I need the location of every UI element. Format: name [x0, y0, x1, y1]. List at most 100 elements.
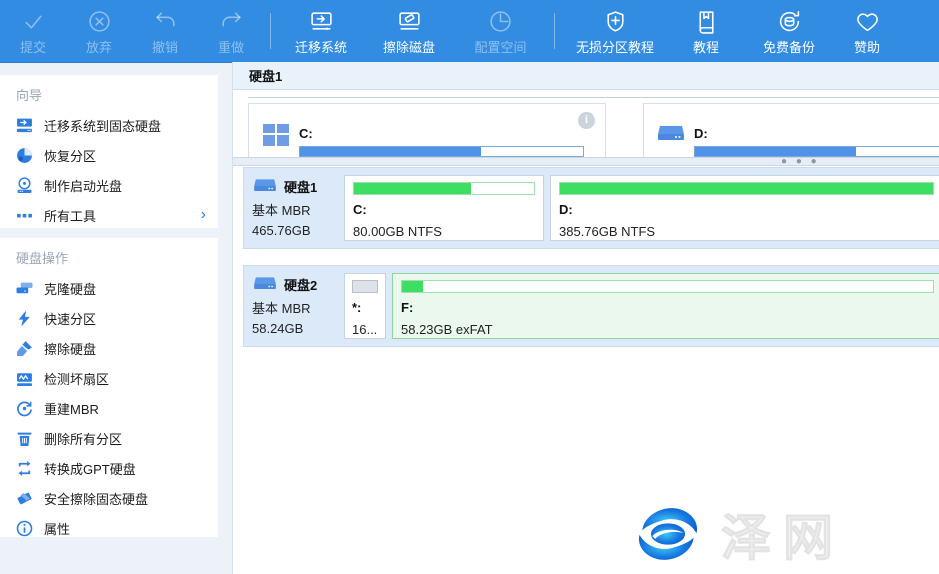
disk-drive-icon [252, 274, 278, 294]
toolbar-erase-disk-button[interactable]: 擦除磁盘 [365, 0, 453, 62]
toolbar-label: 放弃 [86, 37, 112, 56]
wipe-brush-icon [16, 340, 33, 357]
toolbar-free-backup-button[interactable]: 免费备份 [743, 0, 835, 62]
sidebar-item-label: 转换成GPT硬盘 [44, 459, 136, 478]
watermark: 泽网 [629, 498, 845, 570]
watermark-logo-icon [629, 502, 707, 566]
redo-icon [219, 9, 244, 34]
volume-overview-strip: C: i D: [248, 103, 939, 157]
circle-x-icon [87, 9, 112, 34]
disk-info[interactable]: 硬盘2 基本 MBR 58.24GB [252, 273, 344, 339]
sidebar-item-label: 恢复分区 [44, 146, 96, 165]
toolbar-label: 赞助 [854, 37, 880, 56]
sidebar-item-label: 迁移系统到固态硬盘 [44, 116, 161, 135]
bad-sector-wave-icon [16, 370, 33, 387]
divider [248, 97, 939, 98]
drive-migrate-icon [309, 9, 334, 34]
lightning-icon [16, 310, 33, 327]
sidebar-item-label: 擦除硬盘 [44, 339, 96, 358]
main-panel: 硬盘1 C: i D: ● [232, 62, 939, 574]
toolbar-label: 教程 [693, 37, 719, 56]
usage-bar [401, 280, 934, 293]
toolbar-label: 迁移系统 [295, 37, 347, 56]
sidebar-item-convert-to-gpt[interactable]: 转换成GPT硬盘 [0, 453, 218, 483]
toolbar-discard-button[interactable]: 放弃 [66, 0, 132, 62]
sidebar-item-secure-erase-ssd[interactable]: 安全擦除固态硬盘 [0, 483, 218, 513]
info-badge-icon[interactable]: i [578, 112, 595, 129]
toolbar-submit-button[interactable]: 提交 [0, 0, 66, 62]
partition-card-f[interactable]: F: 58.23GB exFAT [392, 273, 939, 339]
info-icon [16, 520, 33, 537]
partition-card-star[interactable]: *: 16... [344, 273, 386, 339]
disk-row-1: 硬盘1 基本 MBR 465.76GB C: 80.00GB NTFS D: 3… [243, 167, 939, 249]
toolbar-label: 无损分区教程 [576, 37, 654, 56]
sidebar-item-label: 重建MBR [44, 399, 99, 418]
usage-bar [353, 182, 535, 195]
sidebar-item-label: 属性 [44, 519, 70, 538]
partition-label: F: [401, 300, 934, 315]
toolbar-undo-button[interactable]: 撤销 [132, 0, 198, 62]
eraser-icon [16, 490, 33, 507]
toolbar-label: 撤销 [152, 37, 178, 56]
partition-card-c[interactable]: C: 80.00GB NTFS [344, 175, 544, 241]
toolbar-label: 擦除磁盘 [383, 37, 435, 56]
sidebar-item-delete-all-partitions[interactable]: 删除所有分区 [0, 423, 218, 453]
heart-icon [855, 9, 880, 34]
disk-size: 465.76GB [252, 223, 344, 238]
sidebar-item-rebuild-mbr[interactable]: 重建MBR [0, 393, 218, 423]
disk-name: 硬盘1 [284, 177, 317, 196]
sidebar-item-label: 制作启动光盘 [44, 176, 122, 195]
rebuild-mbr-icon [16, 400, 33, 417]
toolbar-redo-button[interactable]: 重做 [198, 0, 264, 62]
sidebar-section-title: 向导 [0, 75, 218, 110]
partition-size: 16... [352, 322, 378, 337]
sidebar-item-check-bad-sectors[interactable]: 检测坏扇区 [0, 363, 218, 393]
usage-bar [559, 182, 934, 195]
toolbar-tutorial-button[interactable]: 教程 [669, 0, 743, 62]
toolbar-migrate-system-button[interactable]: 迁移系统 [277, 0, 365, 62]
backup-icon [777, 9, 802, 34]
disk-drive-icon [656, 122, 686, 146]
toolbar-partition-tutorial-button[interactable]: 无损分区教程 [561, 0, 669, 62]
overview-volume-c[interactable]: C: i [248, 103, 606, 157]
book-icon [694, 9, 719, 34]
shield-plus-icon [603, 9, 628, 34]
toolbar-allocate-space-button[interactable]: 配置空间 [453, 0, 548, 62]
sidebar-item-clone-disk[interactable]: 克隆硬盘 [0, 273, 218, 303]
usage-bar [352, 280, 378, 293]
volume-name: C: [299, 126, 313, 141]
sidebar-item-recover-partition[interactable]: 恢复分区 [0, 140, 218, 170]
toolbar-separator [270, 13, 271, 49]
partition-manager-window: 提交 放弃 撤销 重做 迁移系统 擦除磁盘 配置空间 无损 [0, 0, 939, 574]
disk-type: 基本 MBR [252, 200, 344, 219]
overview-volume-d[interactable]: D: [643, 103, 939, 157]
sidebar-item-quick-partition[interactable]: 快速分区 [0, 303, 218, 333]
boot-disc-icon [16, 177, 33, 194]
drag-dots-icon: ● ● ● [781, 160, 820, 164]
sidebar-item-migrate-os-to-ssd[interactable]: 迁移系统到固态硬盘 [0, 110, 218, 140]
ssd-migrate-icon [16, 117, 33, 134]
sidebar-item-label: 删除所有分区 [44, 429, 122, 448]
sidebar-item-make-bootable-media[interactable]: 制作启动光盘 [0, 170, 218, 200]
partition-label: D: [559, 202, 934, 217]
drive-eraser-icon [397, 9, 422, 34]
disk-info[interactable]: 硬盘1 基本 MBR 465.76GB [252, 175, 344, 241]
chevron-right-icon: › [201, 207, 206, 223]
undo-icon [153, 9, 178, 34]
sidebar-item-label: 安全擦除固态硬盘 [44, 489, 148, 508]
sidebar-item-properties[interactable]: 属性 [0, 513, 218, 543]
sidebar-section-title: 硬盘操作 [0, 238, 218, 273]
sidebar-item-wipe-disk[interactable]: 擦除硬盘 [0, 333, 218, 363]
partition-size: 385.76GB NTFS [559, 224, 934, 239]
toolbar-separator [554, 13, 555, 49]
partition-card-d[interactable]: D: 385.76GB NTFS [550, 175, 939, 241]
disk-size: 58.24GB [252, 321, 344, 336]
tab-disk1[interactable]: 硬盘1 [233, 62, 298, 89]
partition-size: 80.00GB NTFS [353, 224, 535, 239]
sidebar-item-all-tools[interactable]: 所有工具 › [0, 200, 218, 230]
toolbar-donate-button[interactable]: 赞助 [835, 0, 899, 62]
sidebar-item-label: 检测坏扇区 [44, 369, 109, 388]
toolbar-label: 提交 [20, 37, 46, 56]
overview-splitter-handle[interactable]: ● ● ● [233, 157, 939, 166]
pie-space-icon [488, 9, 513, 34]
